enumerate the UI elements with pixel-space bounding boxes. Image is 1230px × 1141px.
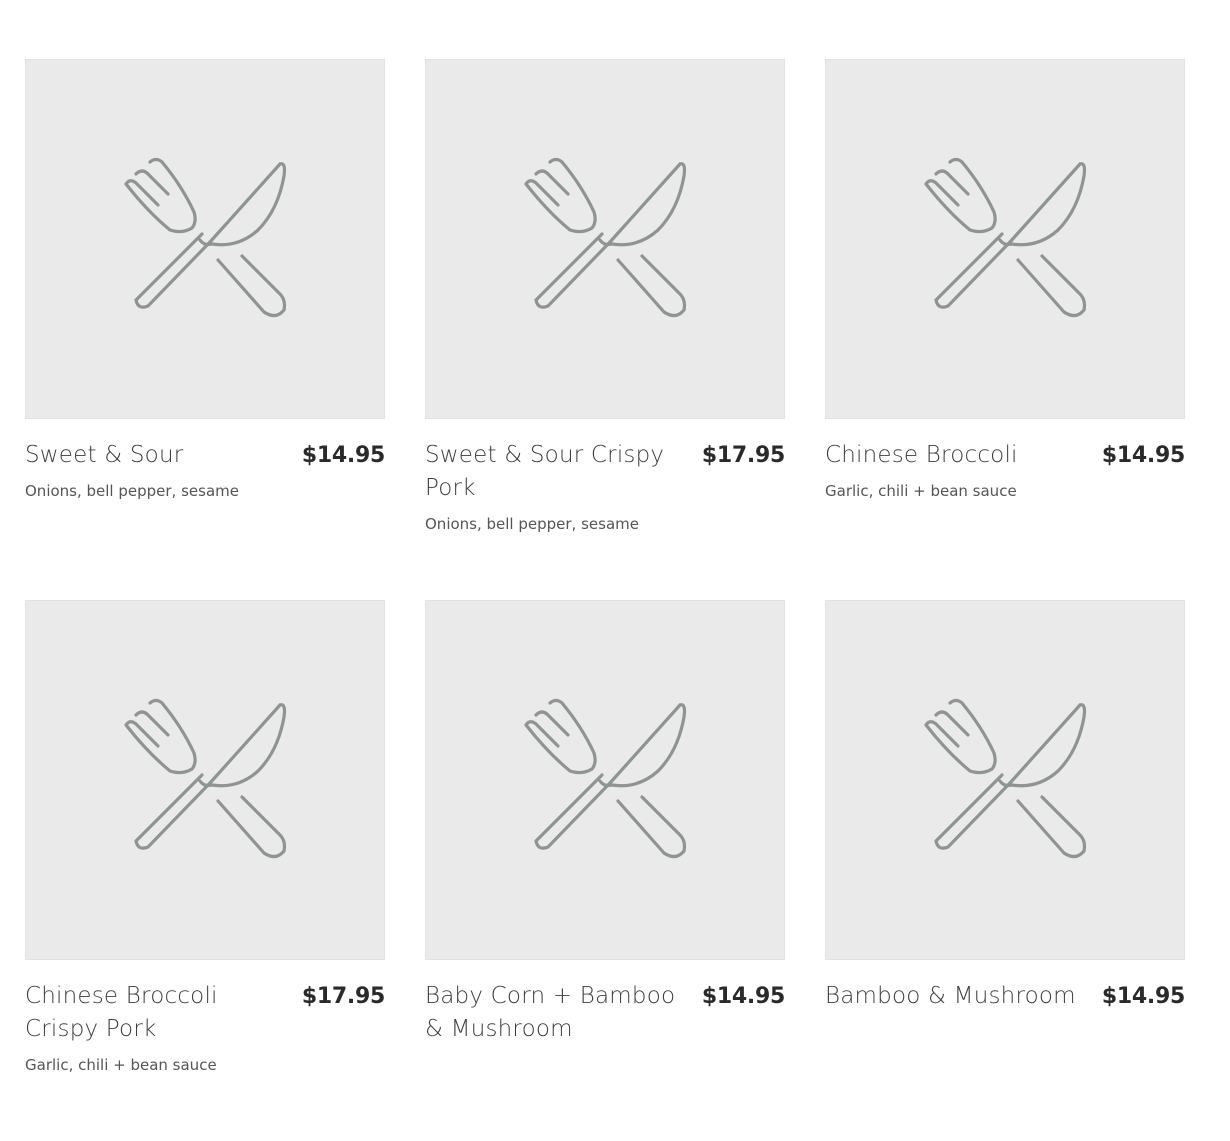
menu-item-info: Chinese Broccoli $14.95 xyxy=(825,439,1185,472)
menu-item-info: Chinese Broccoli Crispy Pork $17.95 xyxy=(25,980,385,1046)
menu-item-card[interactable]: Sweet & Sour Crispy Pork $17.95 Onions, … xyxy=(425,59,785,600)
menu-item-card[interactable]: Bamboo & Mushroom $14.95 xyxy=(825,600,1185,1141)
menu-item-name[interactable]: Sweet & Sour xyxy=(25,439,287,472)
menu-item-card[interactable]: Baby Corn + Bamboo & Mushroom $14.95 xyxy=(425,600,785,1141)
menu-item-image[interactable] xyxy=(825,600,1185,960)
menu-item-card[interactable]: Chinese Broccoli Crispy Pork $17.95 Garl… xyxy=(25,600,385,1141)
menu-item-price: $14.95 xyxy=(701,984,785,1009)
menu-item-description: Onions, bell pepper, sesame xyxy=(25,482,239,500)
menu-item-image[interactable] xyxy=(425,600,785,960)
menu-item-image[interactable] xyxy=(25,59,385,419)
fork-knife-icon xyxy=(124,157,287,318)
menu-item-image[interactable] xyxy=(425,59,785,419)
menu-item-price: $14.95 xyxy=(1101,984,1185,1009)
menu-item-price: $14.95 xyxy=(1101,443,1185,468)
fork-knife-icon xyxy=(924,157,1087,318)
fork-knife-icon xyxy=(124,698,287,859)
menu-item-image[interactable] xyxy=(825,59,1185,419)
menu-item-image[interactable] xyxy=(25,600,385,960)
menu-item-name[interactable]: Baby Corn + Bamboo & Mushroom xyxy=(425,980,687,1046)
menu-item-name[interactable]: Bamboo & Mushroom xyxy=(825,980,1087,1013)
menu-item-description: Garlic, chili + bean sauce xyxy=(825,482,1017,500)
menu-item-price: $17.95 xyxy=(301,984,385,1009)
menu-item-card[interactable]: Sweet & Sour $14.95 Onions, bell pepper,… xyxy=(25,59,385,600)
menu-item-name[interactable]: Chinese Broccoli xyxy=(825,439,1087,472)
fork-knife-icon xyxy=(924,698,1087,859)
menu-item-description: Onions, bell pepper, sesame xyxy=(425,515,639,533)
menu-item-info: Bamboo & Mushroom $14.95 xyxy=(825,980,1185,1013)
menu-item-card[interactable]: Chinese Broccoli $14.95 Garlic, chili + … xyxy=(825,59,1185,600)
menu-item-price: $17.95 xyxy=(701,443,785,468)
menu-grid: Sweet & Sour $14.95 Onions, bell pepper,… xyxy=(25,59,1185,1141)
menu-item-info: Sweet & Sour $14.95 xyxy=(25,439,385,472)
menu-item-info: Sweet & Sour Crispy Pork $17.95 xyxy=(425,439,785,505)
menu-item-description: Garlic, chili + bean sauce xyxy=(25,1056,217,1074)
menu-item-name[interactable]: Chinese Broccoli Crispy Pork xyxy=(25,980,287,1046)
menu-item-info: Baby Corn + Bamboo & Mushroom $14.95 xyxy=(425,980,785,1046)
menu-item-name[interactable]: Sweet & Sour Crispy Pork xyxy=(425,439,687,505)
fork-knife-icon xyxy=(524,157,687,318)
menu-item-price: $14.95 xyxy=(301,443,385,468)
fork-knife-icon xyxy=(524,698,687,859)
